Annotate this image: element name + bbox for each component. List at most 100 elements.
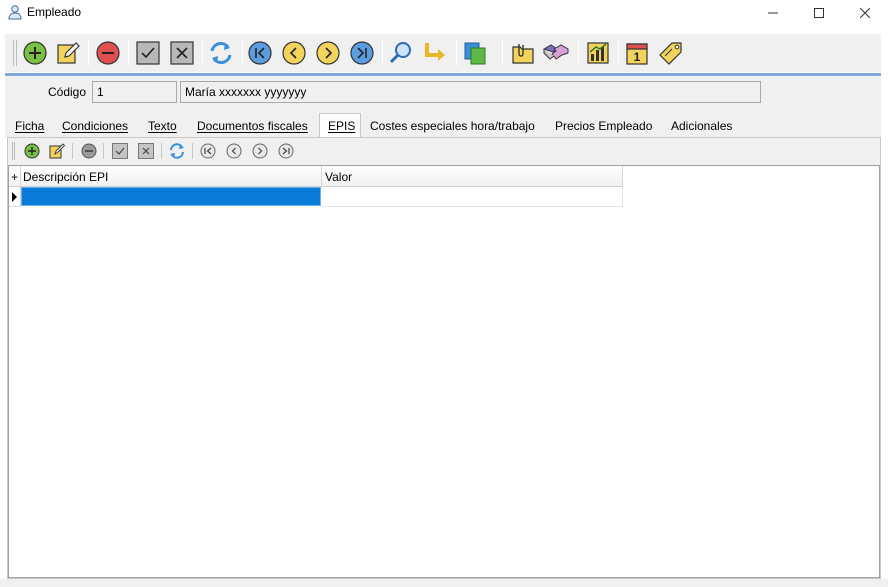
main-toolbar: 1 <box>5 34 881 72</box>
grid-toolbar-grip[interactable] <box>12 142 15 160</box>
toolbar-separator <box>502 40 503 66</box>
previous-icon <box>282 41 306 65</box>
last-button[interactable] <box>348 39 376 67</box>
minus-circle-icon <box>96 41 120 65</box>
copy-icon <box>464 42 486 65</box>
toolbar-grip[interactable] <box>13 40 17 66</box>
statistics-button[interactable] <box>584 39 612 67</box>
employee-name-field[interactable]: María xxxxxxx yyyyyyy <box>180 81 761 103</box>
edit-icon <box>49 143 65 159</box>
toolbar-separator <box>202 40 203 66</box>
grid-toolbar-separator <box>192 143 193 159</box>
calendar-day: 1 <box>634 50 641 64</box>
close-button[interactable] <box>842 0 888 26</box>
toolbar-separator <box>88 40 89 66</box>
tab-adicionales[interactable]: Adicionales <box>671 119 732 133</box>
grid-toolbar-separator <box>161 143 162 159</box>
plus-circle-icon <box>23 41 47 65</box>
minimize-button[interactable] <box>750 0 796 26</box>
grid-first-button[interactable] <box>198 141 218 161</box>
tab-texto[interactable]: Texto <box>148 119 177 133</box>
tab-costes-especiales[interactable]: Costes especiales hora/trabajo <box>370 119 535 133</box>
grid-cell-descripcion[interactable] <box>21 187 321 206</box>
grid-accept-button[interactable] <box>110 141 130 161</box>
check-icon <box>136 41 160 65</box>
edit-icon <box>57 42 80 64</box>
cancel-button[interactable] <box>168 39 196 67</box>
grid-corner-button[interactable]: + <box>9 166 21 187</box>
grid-next-button[interactable] <box>250 141 270 161</box>
toolbar-separator <box>578 40 579 66</box>
delete-button[interactable] <box>94 39 122 67</box>
column-header-descripcion[interactable]: Descripción EPI <box>21 166 322 187</box>
first-icon <box>200 143 216 159</box>
toolbar-separator <box>128 40 129 66</box>
check-icon <box>112 143 128 159</box>
column-header-valor[interactable]: Valor <box>322 166 623 187</box>
edit-button[interactable] <box>54 39 82 67</box>
close-icon <box>860 8 870 18</box>
grid-cancel-button[interactable] <box>136 141 156 161</box>
user-icon <box>8 5 22 20</box>
title-bar: Empleado <box>0 0 888 31</box>
current-row-arrow-icon <box>12 192 17 202</box>
refresh-icon <box>210 42 232 64</box>
refresh-icon <box>170 143 184 159</box>
calendar-button[interactable]: 1 <box>623 39 651 67</box>
toolbar-separator <box>382 40 383 66</box>
codigo-label: Código <box>48 85 87 99</box>
tab-epis[interactable]: EPIS <box>328 119 355 133</box>
epis-grid[interactable] <box>8 165 880 578</box>
grid-last-button[interactable] <box>276 141 296 161</box>
window-title: Empleado <box>27 5 82 19</box>
previous-icon <box>226 143 242 159</box>
row-indicator[interactable] <box>9 187 21 207</box>
grid-cell-valor[interactable] <box>322 187 623 207</box>
plus-circle-icon <box>24 143 40 159</box>
tab-documentos-fiscales[interactable]: Documentos fiscales <box>197 119 308 133</box>
next-icon <box>316 41 340 65</box>
search-button[interactable] <box>387 39 415 67</box>
add-button[interactable] <box>21 39 49 67</box>
maximize-button[interactable] <box>796 0 842 26</box>
folder-clip-icon <box>512 44 534 64</box>
goto-button[interactable] <box>421 39 449 67</box>
tab-ficha[interactable]: Ficha <box>15 119 44 133</box>
price-tag-button[interactable] <box>657 39 685 67</box>
first-icon <box>248 41 272 65</box>
grid-add-button[interactable] <box>22 141 42 161</box>
tag-icon <box>659 42 682 65</box>
accept-button[interactable] <box>134 39 162 67</box>
grid-edit-button[interactable] <box>47 141 67 161</box>
first-button[interactable] <box>246 39 274 67</box>
search-icon <box>389 42 411 64</box>
refresh-button[interactable] <box>207 39 235 67</box>
minus-circle-icon <box>81 143 97 159</box>
calendar-icon: 1 <box>626 43 648 65</box>
window-bottom-edge <box>0 579 888 587</box>
agreement-button[interactable] <box>542 39 570 67</box>
handshake-icon <box>542 44 569 60</box>
x-icon <box>170 41 194 65</box>
toolbar-separator <box>618 40 619 66</box>
copy-button[interactable] <box>461 39 489 67</box>
codigo-field[interactable]: 1 <box>92 81 177 103</box>
tab-precios-empleado[interactable]: Precios Empleado <box>555 119 652 133</box>
arrow-turn-icon <box>425 43 445 61</box>
next-button[interactable] <box>314 39 342 67</box>
last-icon <box>350 41 374 65</box>
minimize-icon <box>768 12 778 14</box>
next-icon <box>252 143 268 159</box>
grid-toolbar-separator <box>103 143 104 159</box>
attachments-button[interactable] <box>509 39 537 67</box>
tab-condiciones[interactable]: Condiciones <box>62 119 128 133</box>
toolbar-separator <box>242 40 243 66</box>
grid-toolbar-separator <box>72 143 73 159</box>
chart-icon <box>587 42 609 64</box>
toolbar-separator <box>456 40 457 66</box>
previous-button[interactable] <box>280 39 308 67</box>
grid-refresh-button[interactable] <box>167 141 187 161</box>
grid-previous-button[interactable] <box>224 141 244 161</box>
last-icon <box>278 143 294 159</box>
grid-delete-button[interactable] <box>79 141 99 161</box>
